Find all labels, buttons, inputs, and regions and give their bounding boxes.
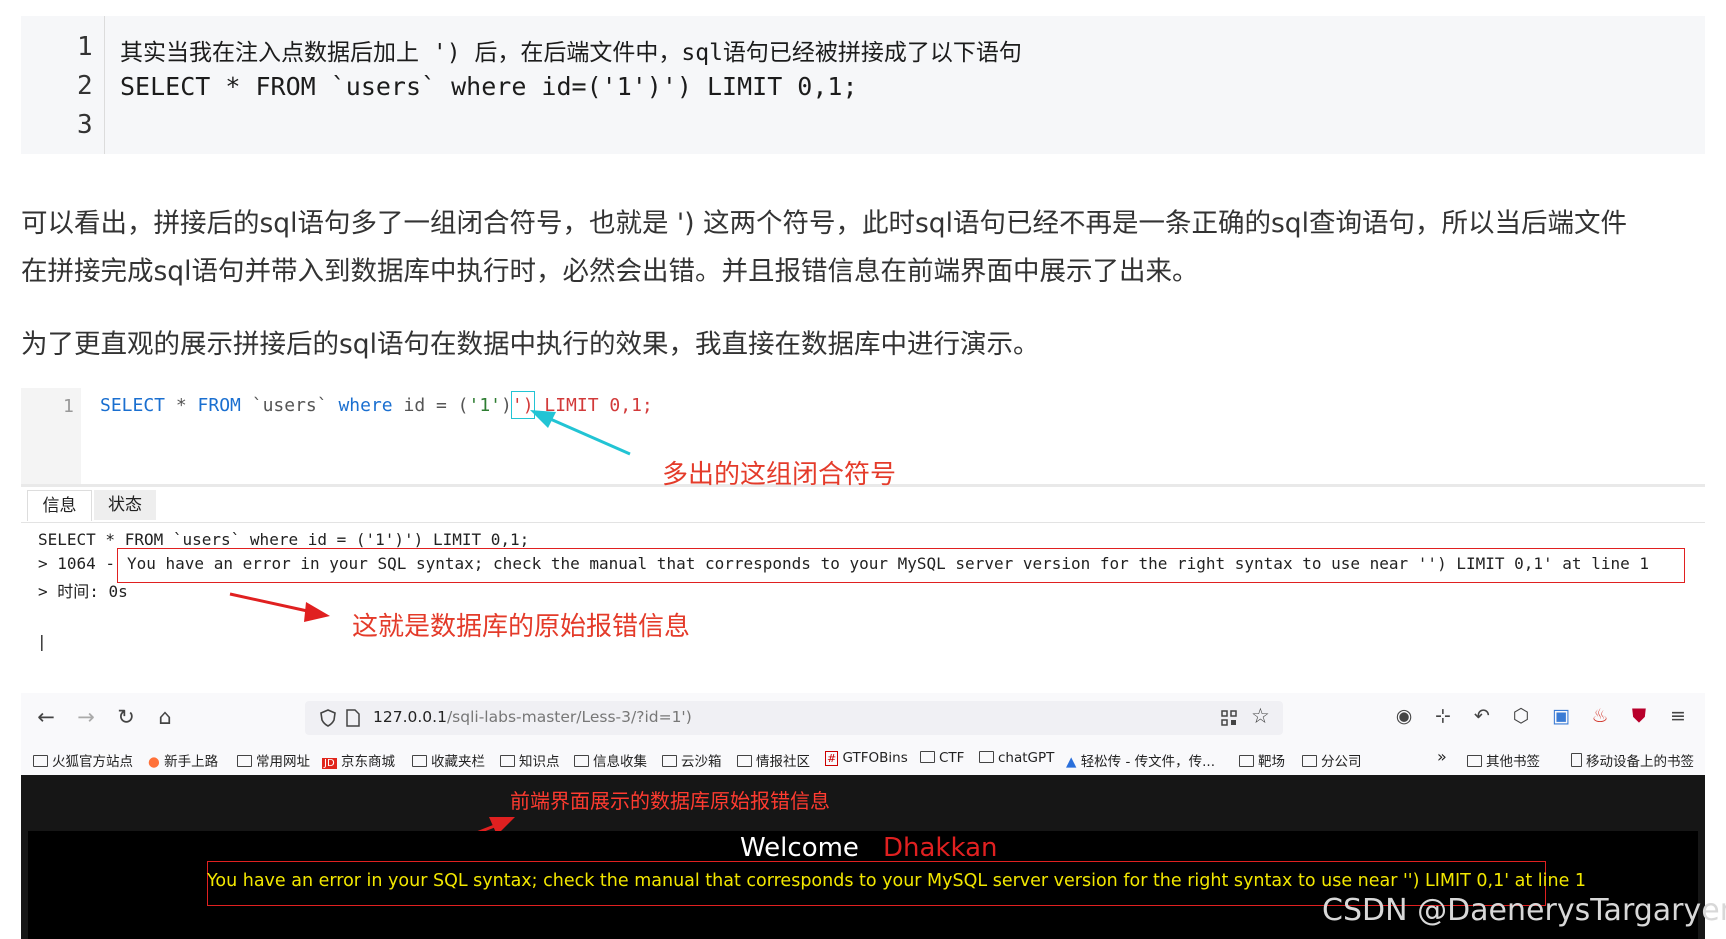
bookmark[interactable]: 收藏夹栏 (412, 750, 485, 770)
bookmark[interactable]: 其他书签 (1467, 750, 1540, 770)
extension-icon[interactable]: ⬡ (1507, 705, 1535, 727)
undo-icon[interactable]: ↶ (1468, 705, 1496, 727)
crop-icon[interactable]: ⊹ (1429, 705, 1457, 727)
address-bar[interactable]: 127.0.0.1/sqli-labs-master/Less-3/?id=1'… (305, 701, 1283, 735)
page-icon (346, 709, 360, 727)
frontend-error-message: You have an error in your SQL syntax; ch… (207, 871, 1587, 891)
bookmark[interactable]: 云沙箱 (662, 750, 722, 770)
overflow-chevron-icon[interactable]: » (1437, 747, 1447, 766)
folder-icon (1467, 755, 1482, 767)
shield-icon[interactable] (319, 709, 337, 727)
bookmark[interactable]: ▲ 轻松传 - 传文件，传... (1066, 750, 1215, 770)
folder-icon (920, 751, 935, 763)
url-path: /sqli-labs-master/Less-3/?id=1') (446, 708, 692, 726)
bookmark[interactable]: JD 京东商城 (322, 750, 395, 770)
forward-icon[interactable]: → (73, 705, 99, 729)
editor-line-number: 1 (63, 396, 74, 417)
reload-icon[interactable]: ↻ (113, 705, 139, 729)
code-block: 1 2 3 其实当我在注入点数据后加上 ') 后，在后端文件中，sql语句已经被… (21, 16, 1705, 154)
grid-icon: # (825, 751, 839, 766)
folder-icon (33, 755, 48, 767)
result-time: > 时间: 0s (38, 582, 128, 601)
cyan-arrow (530, 410, 631, 456)
result-sql-line: SELECT * FROM `users` where id = ('1')')… (38, 530, 530, 549)
bookmark[interactable]: 情报社区 (737, 750, 810, 770)
upload-icon: ▲ (1066, 754, 1077, 770)
jd-icon: JD (322, 758, 337, 769)
folder-icon (1302, 755, 1317, 767)
folder-icon (737, 755, 752, 767)
paragraph: 为了更直观的展示拼接后的sql语句在数据中执行的效果，我直接在数据库中进行演示。 (21, 329, 1040, 360)
folder-icon (662, 755, 677, 767)
folder-icon (1239, 755, 1254, 767)
screenshot-icon[interactable]: ▣ (1547, 705, 1575, 727)
tab-status[interactable]: 状态 (94, 490, 156, 520)
bookmarks-bar: 火狐官方站点 ● 新手上路 常用网址 JD 京东商城 收藏夹栏 知识点 信息收集… (21, 743, 1705, 776)
bookmark[interactable]: 火狐官方站点 (33, 750, 133, 770)
user-name: Dhakkan (883, 833, 998, 863)
folder-icon (412, 755, 427, 767)
url-text[interactable]: 127.0.0.1/sqli-labs-master/Less-3/?id=1'… (373, 708, 692, 726)
bookmark[interactable]: 信息收集 (574, 750, 647, 770)
qr-code-icon[interactable] (1221, 710, 1237, 726)
browser-toolbar: ← → ↻ ⌂ 127.0.0.1/sqli-labs-master/Less-… (21, 693, 1705, 743)
sql-string: '1' (468, 395, 502, 416)
line-number: 2 (77, 71, 93, 101)
line-number: 1 (77, 32, 93, 62)
bookmark[interactable]: 移动设备上的书签 (1571, 750, 1694, 770)
tab-info[interactable]: 信息 (27, 490, 92, 521)
account-icon[interactable]: ◉ (1390, 705, 1418, 727)
mobile-icon (1571, 753, 1582, 767)
menu-icon[interactable]: ≡ (1664, 705, 1692, 727)
annotation-frontend-error: 前端界面展示的数据库原始报错信息 (510, 789, 830, 813)
sql-token: `users` (240, 395, 339, 416)
sql-token: id = ( (392, 395, 469, 416)
line-number: 3 (77, 110, 93, 140)
annotation-extra-closing: 多出的这组闭合符号 (662, 460, 897, 490)
bookmark[interactable]: 靶场 (1239, 750, 1285, 770)
code-line: 其实当我在注入点数据后加上 ') 后，在后端文件中，sql语句已经被拼接成了以下… (120, 40, 1022, 66)
bookmark[interactable]: CTF (920, 750, 964, 766)
sql-keyword: FROM (197, 395, 241, 416)
divider (21, 522, 1705, 523)
watermark: CSDN @DaenerysTargaryen (1322, 893, 1726, 928)
sql-token: * (165, 395, 198, 416)
bookmark[interactable]: ● 新手上路 (148, 750, 218, 770)
folder-icon (574, 755, 589, 767)
bookmark[interactable]: 常用网址 (237, 750, 310, 770)
query-editor-screenshot: 1 SELECT * FROM `users` where id = ('1')… (21, 388, 1705, 653)
paragraph: 可以看出，拼接后的sql语句多了一组闭合符号，也就是 ') 这两个符号，此时sq… (21, 208, 1627, 239)
result-error-code: > 1064 - (38, 554, 125, 573)
folder-icon (979, 751, 994, 763)
bookmark[interactable]: chatGPT (979, 750, 1054, 766)
text-cursor: | (37, 632, 47, 651)
back-icon[interactable]: ← (33, 705, 59, 729)
paragraph: 在拼接完成sql语句并带入到数据库中执行时，必然会出错。并且报错信息在前端界面中… (21, 256, 1199, 287)
bookmark[interactable]: 知识点 (500, 750, 560, 770)
addon-icon[interactable]: ♨ (1586, 705, 1614, 727)
firefox-icon: ● (148, 754, 160, 770)
ublock-icon[interactable]: ⛊ (1625, 705, 1653, 727)
code-line: SELECT * FROM `users` where id=('1')') L… (120, 72, 858, 101)
home-icon[interactable]: ⌂ (152, 705, 178, 729)
welcome-text: Welcome (740, 833, 859, 863)
sql-keyword: where (338, 395, 393, 416)
error-highlight-box (117, 548, 1685, 583)
bookmark[interactable]: 分公司 (1302, 750, 1362, 770)
folder-icon (237, 755, 252, 767)
annotation-db-error: 这就是数据库的原始报错信息 (352, 612, 691, 642)
star-icon[interactable]: ☆ (1251, 704, 1270, 728)
sql-keyword: SELECT (100, 395, 166, 416)
folder-icon (500, 755, 515, 767)
red-arrow (229, 592, 330, 622)
bookmark[interactable]: # GTFOBins (825, 750, 908, 766)
url-host: 127.0.0.1 (373, 708, 447, 726)
